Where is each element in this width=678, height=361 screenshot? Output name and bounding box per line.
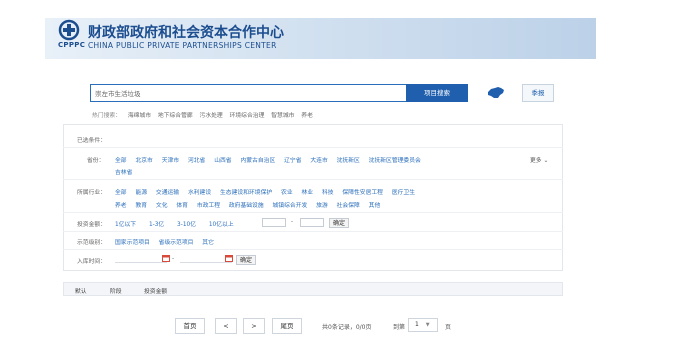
industry-option[interactable]: 交通运输 (156, 190, 179, 196)
hot-search-item[interactable]: 智慧城市 (271, 113, 294, 119)
amount-option[interactable]: 1-3亿 (149, 222, 164, 228)
amount-confirm-button[interactable]: 确定 (329, 218, 350, 228)
calendar-icon[interactable] (162, 254, 170, 262)
industry-options-row2: 养老 教育 文化 体育 市政工程 政府基础设施 城镇综合开发 旅游 社会保障 其… (115, 200, 387, 209)
industry-option[interactable]: 林业 (301, 190, 313, 196)
site-subtitle: CHINA PUBLIC PRIVATE PARTNERSHIPS CENTER (88, 41, 277, 50)
quarterly-report-button[interactable]: 季报 (522, 84, 554, 102)
amount-options: 1亿以下 1-3亿 3-10亿 10亿以上 (115, 219, 241, 228)
industry-option[interactable]: 社会保障 (337, 203, 360, 209)
industry-option[interactable]: 全部 (115, 190, 127, 196)
page-unit: 页 (445, 324, 452, 331)
more-label: 更多 (530, 158, 542, 164)
prev-page-button[interactable]: < (215, 318, 237, 334)
industry-option[interactable]: 教育 (135, 203, 147, 209)
first-page-button[interactable]: 首页 (175, 318, 205, 334)
industry-option[interactable]: 市政工程 (197, 203, 220, 209)
search-input[interactable] (90, 84, 406, 102)
industry-option[interactable]: 城镇综合开发 (273, 203, 308, 209)
divider (63, 147, 563, 148)
province-option[interactable]: 沈抚新区 (337, 158, 360, 164)
industry-option[interactable]: 水利建设 (188, 190, 211, 196)
logo-text: CPPPC (58, 41, 86, 49)
province-option[interactable]: 天津市 (162, 158, 179, 164)
chevron-down-icon: ▼ (425, 322, 430, 328)
demo-level-label: 示范级别： (77, 240, 106, 246)
cpppc-logo-icon (58, 19, 80, 41)
industry-option[interactable]: 其他 (369, 203, 381, 209)
demo-level-options: 国家示范项目 省级示范项目 其它 (115, 237, 221, 246)
province-option[interactable]: 河北省 (188, 158, 205, 164)
search-button[interactable]: 项目搜索 (406, 84, 468, 102)
hot-searches-label: 热门搜索： (92, 113, 121, 119)
industry-option[interactable]: 政府基础设施 (229, 203, 264, 209)
province-option[interactable]: 山西省 (214, 158, 231, 164)
province-option[interactable]: 吉林省 (115, 170, 132, 176)
province-option[interactable]: 内蒙古自治区 (240, 158, 275, 164)
industry-option[interactable]: 医疗卫生 (392, 190, 415, 196)
province-option[interactable]: 北京市 (135, 158, 152, 164)
province-option[interactable]: 沈抚新区管理委员会 (369, 158, 421, 164)
hot-search-item[interactable]: 污水处理 (200, 113, 223, 119)
storage-date-label: 入库时间： (77, 259, 106, 265)
hot-search-item[interactable]: 养老 (301, 113, 313, 119)
industry-option[interactable]: 能源 (135, 190, 147, 196)
selected-conditions-label: 已选条件： (77, 138, 106, 144)
amount-option[interactable]: 10亿以上 (209, 222, 234, 228)
province-option[interactable]: 大连市 (310, 158, 327, 164)
divider (63, 249, 563, 250)
demo-level-option[interactable]: 国家示范项目 (115, 240, 150, 246)
amount-label: 投资金额： (77, 222, 106, 228)
page-select-value: 1 (415, 321, 419, 328)
range-dash: - (291, 219, 294, 225)
divider (63, 179, 563, 180)
tab-default[interactable]: 默认 (75, 286, 87, 295)
industry-option[interactable]: 生态建设和环境保护 (220, 190, 272, 196)
next-page-button[interactable]: > (243, 318, 265, 334)
industry-option[interactable]: 科技 (322, 190, 334, 196)
hot-search-item[interactable]: 环境综合治理 (230, 113, 265, 119)
province-option[interactable]: 全部 (115, 158, 127, 164)
province-label: 省份： (87, 158, 105, 164)
industry-option[interactable]: 农业 (281, 190, 293, 196)
tab-stage[interactable]: 阶段 (110, 286, 122, 295)
amount-max-input[interactable] (300, 218, 324, 227)
province-options-row2: 吉林省 (115, 167, 139, 176)
industry-option[interactable]: 体育 (176, 203, 188, 209)
tab-investment-amount[interactable]: 投资金额 (144, 286, 167, 295)
industry-option[interactable]: 文化 (156, 203, 168, 209)
more-provinces-button[interactable]: 更多 ⌄ (530, 155, 548, 164)
calendar-icon[interactable] (225, 254, 233, 262)
amount-option[interactable]: 1亿以下 (115, 222, 136, 228)
demo-level-option[interactable]: 省级示范项目 (159, 240, 194, 246)
divider (63, 231, 563, 232)
industry-options: 全部 能源 交通运输 水利建设 生态建设和环境保护 农业 林业 科技 保障性安居… (115, 187, 422, 196)
page-info: 共0条记录，0/0页 (322, 324, 372, 331)
divider (63, 212, 563, 213)
industry-label: 所属行业： (77, 190, 106, 196)
amount-option[interactable]: 3-10亿 (177, 222, 196, 228)
china-map-icon[interactable] (486, 86, 506, 100)
industry-option[interactable]: 保障性安居工程 (342, 190, 383, 196)
date-start-input[interactable] (115, 254, 167, 263)
industry-option[interactable]: 旅游 (316, 203, 328, 209)
demo-level-option[interactable]: 其它 (202, 240, 214, 246)
hot-search-item[interactable]: 海绵城市 (128, 113, 151, 119)
hot-searches: 热门搜索： 海绵城市 地下综合管廊 污水处理 环境综合治理 智慧城市 养老 (92, 110, 318, 119)
amount-min-input[interactable] (262, 218, 286, 227)
chevron-down-icon: ⌄ (543, 158, 549, 164)
hot-search-item[interactable]: 地下综合管廊 (158, 113, 193, 119)
industry-option[interactable]: 养老 (115, 203, 127, 209)
sort-tabs-bar (63, 282, 563, 296)
site-title: 财政部政府和社会资本合作中心 (88, 25, 284, 41)
goto-label: 到第 (393, 324, 406, 331)
province-options: 全部 北京市 天津市 河北省 山西省 内蒙古自治区 辽宁省 大连市 沈抚新区 沈… (115, 155, 428, 164)
last-page-button[interactable]: 尾页 (272, 318, 302, 334)
province-option[interactable]: 辽宁省 (284, 158, 301, 164)
page-select[interactable]: 1 ▼ (408, 318, 438, 332)
date-range-dash: - (172, 256, 175, 262)
date-confirm-button[interactable]: 确定 (236, 255, 257, 265)
